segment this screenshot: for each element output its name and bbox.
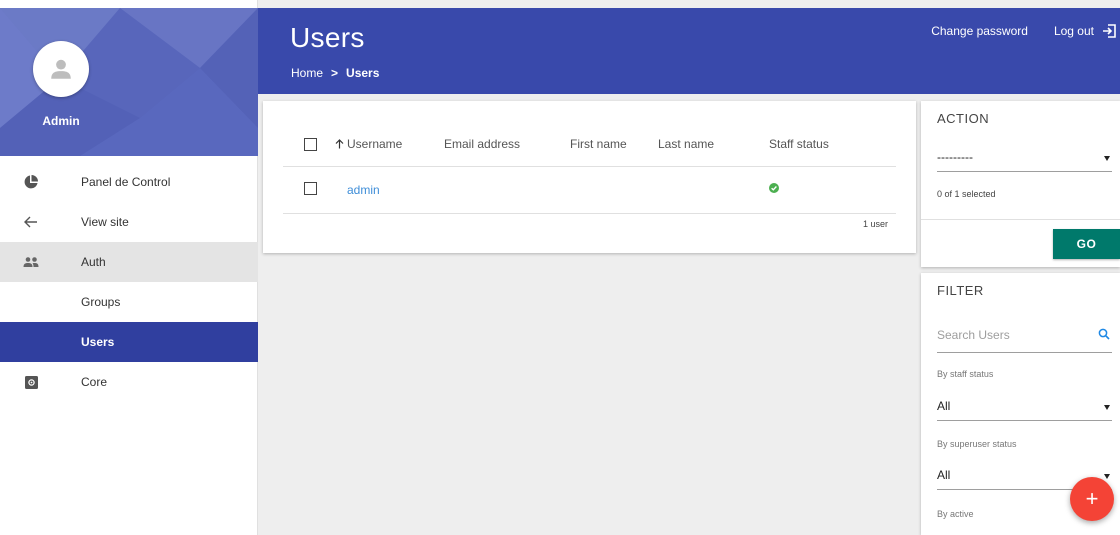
caret-down-icon xyxy=(1104,474,1110,479)
pie-chart-icon xyxy=(22,174,40,190)
people-icon xyxy=(22,254,40,270)
change-password-link[interactable]: Change password xyxy=(931,24,1028,38)
top-actions: Change password Log out xyxy=(931,24,1120,38)
search-input[interactable] xyxy=(937,325,1087,345)
username-link[interactable]: admin xyxy=(347,183,380,197)
person-icon xyxy=(51,59,71,79)
sidebar-item-label: Groups xyxy=(81,295,121,309)
search-icon[interactable] xyxy=(1098,328,1110,340)
caret-down-icon xyxy=(1104,156,1110,161)
sort-ascending-icon xyxy=(335,139,344,149)
sidebar-item-label: Users xyxy=(81,335,115,349)
results-table: Username Email address First name Last n… xyxy=(283,123,896,214)
sidebar-item-groups[interactable]: Groups xyxy=(0,282,258,322)
add-user-button[interactable]: + xyxy=(1070,477,1114,521)
staff-status-select[interactable]: All xyxy=(937,391,1112,421)
avatar[interactable] xyxy=(33,41,89,97)
arrow-left-icon xyxy=(22,214,40,230)
superuser-status-value: All xyxy=(937,468,951,482)
sidebar-item-auth[interactable]: Auth xyxy=(0,242,258,282)
breadcrumb: Home > Users xyxy=(291,66,379,80)
column-header-last-name[interactable]: Last name xyxy=(658,137,714,151)
row-checkbox[interactable] xyxy=(304,182,317,195)
sidebar-item-label: Auth xyxy=(81,255,106,269)
sidebar-item-core[interactable]: Core xyxy=(0,362,258,402)
page-title: Users xyxy=(290,22,365,53)
sidebar: Admin Panel de Control View site Auth Gr… xyxy=(0,0,258,535)
column-header-email[interactable]: Email address xyxy=(444,137,520,151)
user-name: Admin xyxy=(42,114,80,128)
breadcrumb-current: Users xyxy=(346,66,380,80)
results-card: Username Email address First name Last n… xyxy=(263,101,916,253)
staff-status-value: All xyxy=(937,399,951,413)
select-all-checkbox[interactable] xyxy=(304,138,317,151)
filter-label-active: By active xyxy=(937,509,974,519)
table-row: admin xyxy=(283,166,896,214)
filter-label-staff-status: By staff status xyxy=(937,369,994,379)
filter-title: FILTER xyxy=(937,283,984,298)
action-panel: ACTION --------- 0 of 1 selected GO xyxy=(921,101,1120,267)
sidebar-item-label: View site xyxy=(81,215,129,229)
sidebar-item-view-site[interactable]: View site xyxy=(0,202,258,242)
column-header-first-name[interactable]: First name xyxy=(570,137,627,151)
top-bar: Users Home > Users Change password Log o… xyxy=(258,8,1120,94)
sidebar-nav: Panel de Control View site Auth Groups U… xyxy=(0,162,258,402)
sidebar-item-label: Core xyxy=(81,375,108,389)
logout-link[interactable]: Log out xyxy=(1054,24,1094,38)
selected-count: 0 of 1 selected xyxy=(937,189,996,199)
column-header-username[interactable]: Username xyxy=(335,137,402,151)
column-header-label: Username xyxy=(347,137,403,151)
sidebar-user-header: Admin xyxy=(0,8,258,156)
column-header-staff-status[interactable]: Staff status xyxy=(769,137,829,151)
go-button[interactable]: GO xyxy=(1053,229,1120,259)
settings-box-icon xyxy=(22,374,40,390)
paginator: 1 user xyxy=(862,219,888,229)
sidebar-item-users[interactable]: Users xyxy=(0,322,258,362)
logout-icon[interactable] xyxy=(1102,24,1116,38)
breadcrumb-home[interactable]: Home xyxy=(291,66,323,80)
table-header: Username Email address First name Last n… xyxy=(283,123,896,166)
sidebar-item-label: Panel de Control xyxy=(81,175,171,189)
status-ok-icon xyxy=(769,182,779,196)
action-title: ACTION xyxy=(937,111,990,126)
breadcrumb-separator: > xyxy=(331,66,339,80)
filter-label-superuser-status: By superuser status xyxy=(937,439,1017,449)
divider xyxy=(921,219,1120,220)
action-select[interactable]: --------- xyxy=(937,142,1112,172)
action-select-value: --------- xyxy=(937,150,973,164)
sidebar-item-panel-de-control[interactable]: Panel de Control xyxy=(0,162,258,202)
caret-down-icon xyxy=(1104,405,1110,410)
search-box xyxy=(937,317,1112,353)
